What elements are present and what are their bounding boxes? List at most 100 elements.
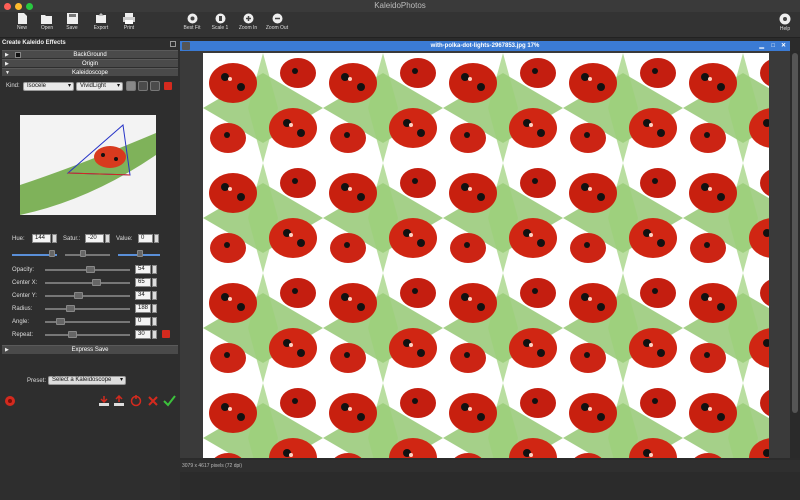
toolbar: New Open Save Export Print Best Fit Scal…: [0, 12, 800, 38]
ladybug-settings-icon[interactable]: [4, 395, 16, 407]
disclosure-triangle-icon: ▶: [5, 52, 9, 58]
center-y-stepper[interactable]: [152, 291, 157, 300]
image-canvas[interactable]: [180, 51, 790, 458]
reset-icon[interactable]: [130, 395, 142, 407]
document-icon: [182, 42, 190, 50]
export-button[interactable]: Export: [86, 13, 116, 31]
export-preset-icon[interactable]: [113, 395, 125, 407]
hue-field[interactable]: 144: [32, 234, 51, 243]
zoom-window-button[interactable]: [26, 3, 33, 10]
radius-field[interactable]: 188: [135, 304, 151, 313]
saturation-slider-knob[interactable]: [80, 250, 86, 257]
preset-label: Preset:: [27, 378, 47, 384]
saturation-field[interactable]: -20: [85, 234, 104, 243]
help-button[interactable]: Help: [770, 13, 800, 32]
document-titlebar: with-polka-dot-lights-2967853.jpg 17% ▁ …: [180, 41, 790, 51]
panel-close-icon[interactable]: [170, 41, 176, 47]
close-document-icon[interactable]: ✕: [781, 41, 786, 51]
folder-icon: [41, 15, 52, 24]
opacity-label: Opacity:: [12, 267, 35, 273]
vertical-scrollbar[interactable]: [790, 51, 800, 458]
best-fit-button[interactable]: Best Fit: [177, 13, 207, 31]
radius-stepper[interactable]: [152, 304, 157, 313]
cancel-icon[interactable]: [147, 395, 159, 407]
app-window: KaleidoPhotos New Open Save Export Print…: [0, 0, 800, 500]
radius-slider-knob[interactable]: [66, 305, 75, 312]
background-color-swatch[interactable]: [15, 52, 21, 58]
window-title: KaleidoPhotos: [374, 1, 426, 10]
maximize-document-icon[interactable]: □: [771, 41, 775, 51]
hue-slider-knob[interactable]: [49, 250, 55, 257]
zoom-out-button[interactable]: Zoom Out: [262, 13, 292, 31]
repeat-label: Repeat:: [12, 332, 34, 338]
hue-label: Hue:: [12, 236, 25, 242]
angle-stepper[interactable]: [152, 317, 157, 326]
opacity-slider-knob[interactable]: [86, 266, 95, 273]
export-icon: [96, 13, 106, 23]
radius-label: Radius:: [12, 306, 33, 312]
scale1-button[interactable]: Scale 1: [205, 13, 235, 31]
hue-stepper[interactable]: [52, 234, 57, 243]
center-x-slider-knob[interactable]: [92, 279, 101, 286]
reset-kind-button[interactable]: [164, 82, 172, 90]
zoom-in-button[interactable]: Zoom In: [233, 13, 263, 31]
angle-slider-knob[interactable]: [56, 318, 65, 325]
center-y-slider-knob[interactable]: [74, 292, 83, 299]
apply-checkmark-icon[interactable]: [163, 395, 176, 407]
chevron-down-icon: ▾: [67, 83, 71, 89]
saturation-stepper[interactable]: [105, 234, 110, 243]
disclosure-triangle-icon: ▶: [5, 61, 9, 67]
close-window-button[interactable]: [4, 3, 11, 10]
kind-label: Kind:: [6, 83, 20, 89]
print-button[interactable]: Print: [114, 13, 144, 31]
angle-field[interactable]: 0: [135, 317, 151, 326]
title-bar: KaleidoPhotos: [0, 0, 800, 12]
center-y-field[interactable]: 34: [135, 291, 151, 300]
saturation-slider[interactable]: [65, 254, 110, 256]
center-y-slider[interactable]: [45, 295, 130, 297]
curve-tool-button[interactable]: [150, 81, 160, 91]
preview-thumbnail: [20, 115, 156, 215]
value-slider-knob[interactable]: [137, 250, 143, 257]
opacity-stepper[interactable]: [152, 265, 157, 274]
preset-select[interactable]: Select a Kaleidoscope ▾: [48, 376, 126, 385]
value-field[interactable]: 0: [138, 234, 153, 243]
printer-icon: [123, 13, 135, 24]
scrollbar-thumb[interactable]: [792, 53, 798, 413]
section-kaleidoscope[interactable]: ▼ Kaleidoscope: [2, 68, 178, 76]
save-icon: [66, 13, 78, 24]
zoom-in-icon: [243, 13, 253, 24]
scale-one-icon: [215, 13, 225, 24]
panel-title: Create Kaleido Effects: [2, 40, 66, 46]
import-preset-icon[interactable]: [98, 395, 110, 407]
center-x-slider[interactable]: [45, 282, 130, 284]
value-label: Value:: [116, 236, 133, 242]
status-bar: 3079 x 4617 pixels (72 dpi): [180, 460, 800, 472]
kaleidoscope-image: [203, 53, 769, 458]
section-background[interactable]: ▶ BackGround: [2, 50, 178, 58]
repeat-stepper[interactable]: [152, 330, 157, 339]
center-x-field[interactable]: 65: [135, 278, 151, 287]
chevron-down-icon: ▾: [116, 83, 120, 89]
repeat-slider[interactable]: [45, 334, 130, 336]
shape-tool-button[interactable]: [138, 81, 148, 91]
blend-select[interactable]: VividLight ▾: [76, 82, 123, 91]
effects-panel: Create Kaleido Effects ▶ BackGround ▶ Or…: [0, 39, 180, 500]
repeat-field[interactable]: 30: [135, 330, 151, 339]
angle-label: Angle:: [12, 319, 30, 325]
minimize-window-button[interactable]: [15, 3, 22, 10]
best-fit-icon: [187, 13, 197, 24]
center-x-stepper[interactable]: [152, 278, 157, 287]
save-button[interactable]: Save: [57, 13, 87, 31]
section-origin[interactable]: ▶ Origin: [2, 59, 178, 67]
opacity-field[interactable]: 54: [135, 265, 151, 274]
reset-values-button[interactable]: [162, 330, 170, 338]
repeat-slider-knob[interactable]: [68, 331, 77, 338]
kind-select[interactable]: Isocele ▾: [23, 82, 74, 91]
minimize-document-icon[interactable]: ▁: [759, 41, 764, 51]
section-express-save[interactable]: ▶ Express Save: [2, 345, 178, 354]
value-stepper[interactable]: [154, 234, 159, 243]
radius-slider[interactable]: [45, 308, 130, 310]
center-y-label: Center Y:: [12, 293, 37, 299]
pointer-tool-button[interactable]: [126, 81, 136, 91]
